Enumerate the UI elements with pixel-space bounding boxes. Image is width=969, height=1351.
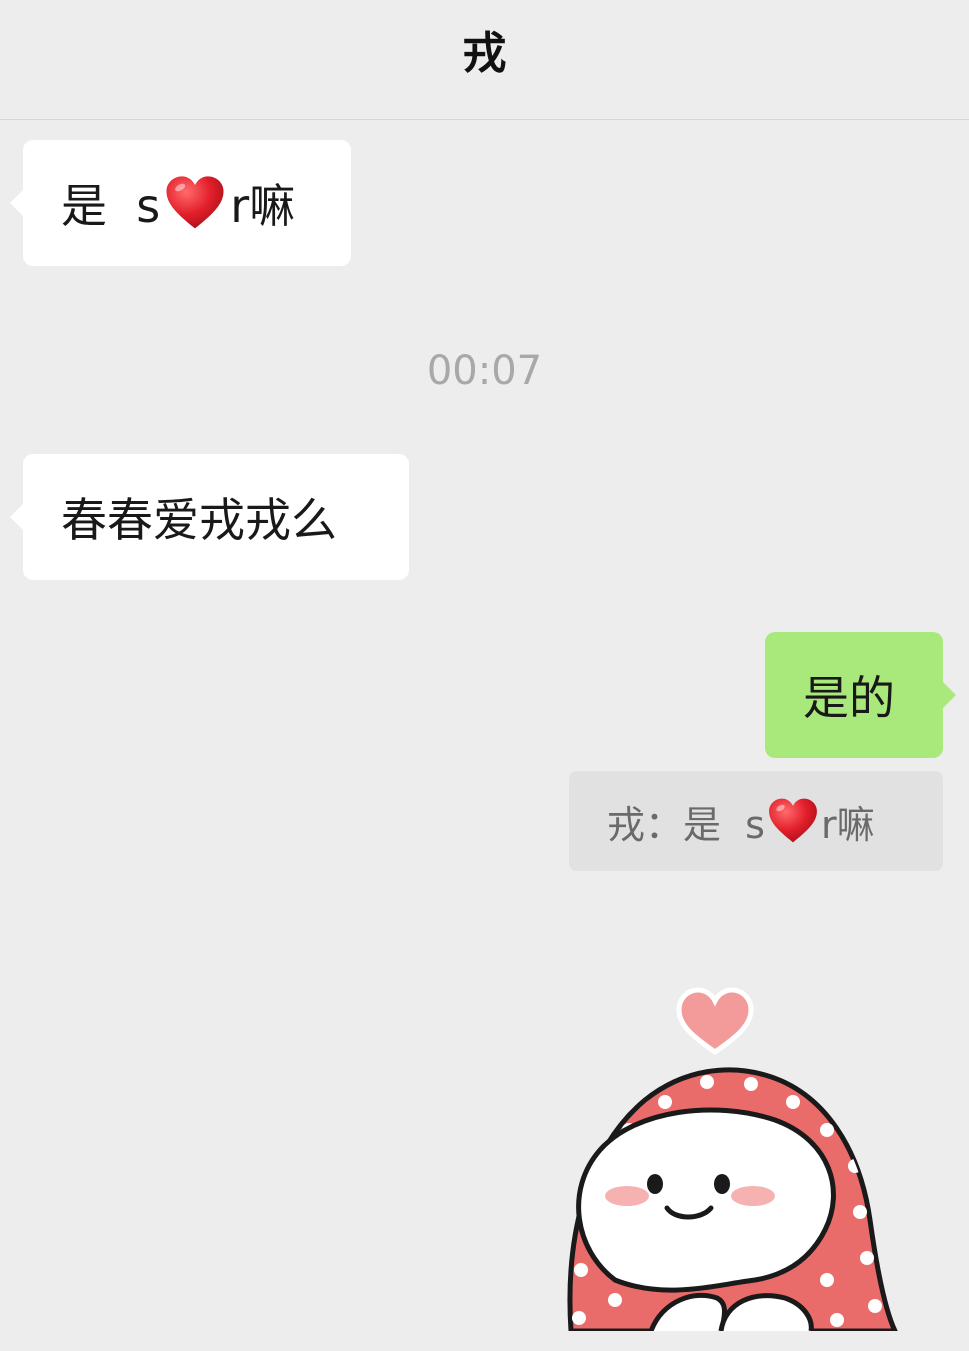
- left-eye: [647, 1174, 663, 1194]
- red-heart-icon: [164, 175, 226, 231]
- quote-text-part: 是 s: [683, 802, 765, 847]
- quoted-message-text: 戎： 是 s r嘛: [607, 771, 875, 871]
- message-bubble-incoming[interactable]: 春春爱戎戎么: [10, 454, 409, 580]
- message-bubble-outgoing[interactable]: 是的: [765, 632, 956, 758]
- right-eye: [714, 1174, 730, 1194]
- chat-title: 戎: [462, 28, 507, 79]
- message-text-part: 是 s: [61, 179, 161, 233]
- message-bubble-incoming[interactable]: 是 s r嘛: [10, 140, 351, 266]
- message-text: 是的: [803, 671, 895, 725]
- message-text: 是 s r嘛: [61, 140, 295, 266]
- quote-text-part: r嘛: [820, 802, 875, 847]
- quote-prefix: 戎：: [607, 802, 684, 847]
- chat-header: 戎: [0, 0, 969, 120]
- quoted-message[interactable]: 戎： 是 s r嘛: [569, 771, 943, 871]
- timestamp: 00:07: [426, 348, 543, 394]
- message-text-part: r嘛: [230, 179, 296, 233]
- message-text: 春春爱戎戎么: [61, 493, 337, 547]
- floating-heart-icon: [676, 987, 754, 1056]
- red-heart-icon: [767, 797, 819, 845]
- hooded-blob-sticker[interactable]: [555, 980, 915, 1331]
